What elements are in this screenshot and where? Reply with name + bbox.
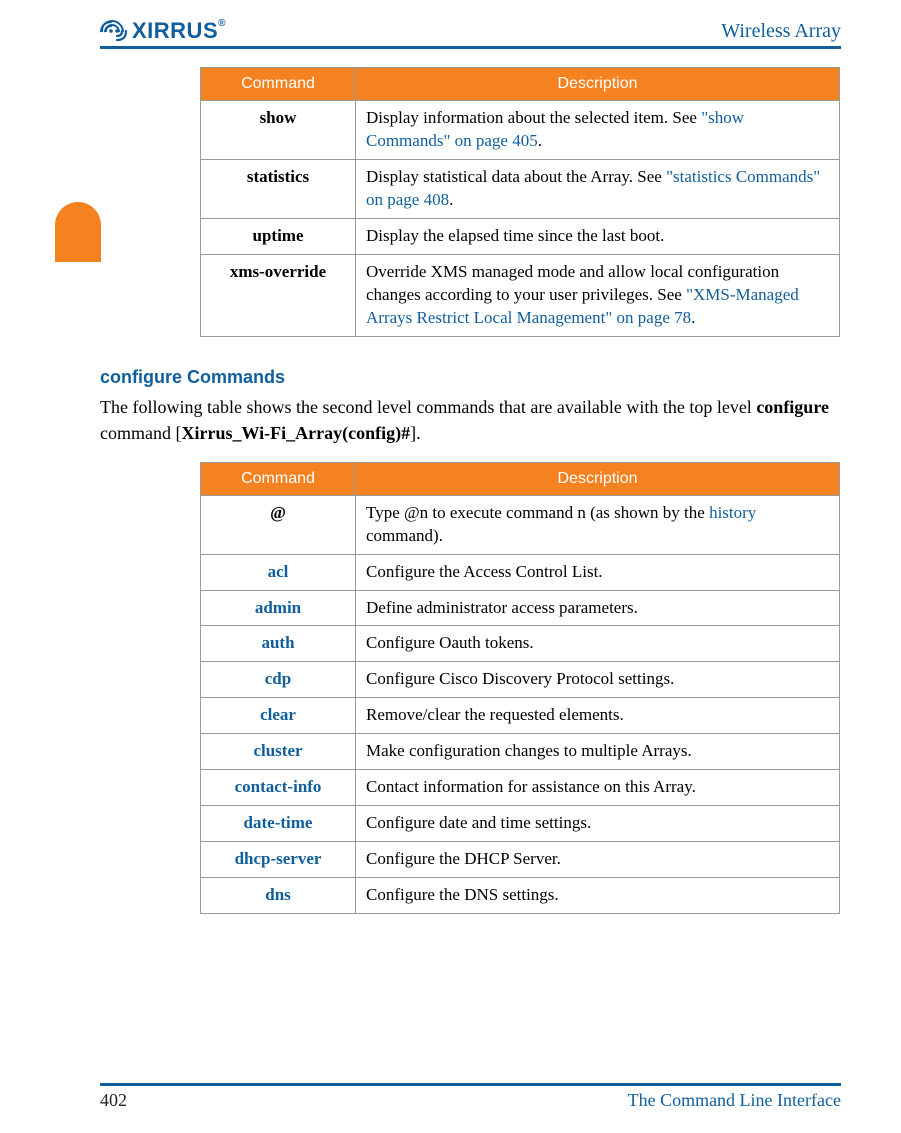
commands-table-2: Command Description @ Type @n to execute… xyxy=(200,462,840,914)
thumb-tab xyxy=(55,202,101,262)
commands-table-1: Command Description show Display informa… xyxy=(200,67,840,337)
cmd-name: auth xyxy=(201,626,356,662)
cmd-name: cdp xyxy=(201,662,356,698)
cmd-desc: Configure date and time settings. xyxy=(356,806,840,842)
page-footer: 402 The Command Line Interface xyxy=(100,1083,841,1111)
table-row: uptime Display the elapsed time since th… xyxy=(201,218,840,254)
col-header-description: Description xyxy=(356,462,840,495)
cmd-name: @ xyxy=(201,495,356,554)
cmd-name: uptime xyxy=(201,218,356,254)
command-link[interactable]: auth xyxy=(261,633,294,652)
cmd-name: clear xyxy=(201,698,356,734)
cmd-desc: Remove/clear the requested elements. xyxy=(356,698,840,734)
cross-reference-link[interactable]: history xyxy=(709,503,756,522)
cmd-desc: Configure the Access Control List. xyxy=(356,554,840,590)
xirrus-wave-icon xyxy=(100,20,128,42)
section-heading: configure Commands xyxy=(100,367,841,388)
cmd-desc: Configure Cisco Discovery Protocol setti… xyxy=(356,662,840,698)
table-row: clear Remove/clear the requested element… xyxy=(201,698,840,734)
cmd-desc: Type @n to execute command n (as shown b… xyxy=(356,495,840,554)
cmd-desc: Configure the DHCP Server. xyxy=(356,842,840,878)
table-row: dns Configure the DNS settings. xyxy=(201,878,840,914)
cmd-name: admin xyxy=(201,590,356,626)
cmd-name: dhcp-server xyxy=(201,842,356,878)
cmd-name: cluster xyxy=(201,734,356,770)
command-link[interactable]: clear xyxy=(260,705,296,724)
cmd-name: acl xyxy=(201,554,356,590)
cmd-desc: Configure Oauth tokens. xyxy=(356,626,840,662)
cmd-desc: Configure the DNS settings. xyxy=(356,878,840,914)
command-link[interactable]: cluster xyxy=(253,741,302,760)
cmd-desc: Override XMS managed mode and allow loca… xyxy=(356,254,840,336)
cmd-desc: Display statistical data about the Array… xyxy=(356,159,840,218)
thumb-tab-mask xyxy=(55,262,101,312)
col-header-command: Command xyxy=(201,462,356,495)
section-paragraph: The following table shows the second lev… xyxy=(100,394,841,446)
table-row: cdp Configure Cisco Discovery Protocol s… xyxy=(201,662,840,698)
cmd-name: show xyxy=(201,101,356,160)
table-row: admin Define administrator access parame… xyxy=(201,590,840,626)
col-header-description: Description xyxy=(356,68,840,101)
page-content: XIRRUS® Wireless Array Command Descripti… xyxy=(0,0,901,914)
cmd-name: date-time xyxy=(201,806,356,842)
table-row: acl Configure the Access Control List. xyxy=(201,554,840,590)
command-link[interactable]: acl xyxy=(268,562,289,581)
table-row: xms-override Override XMS managed mode a… xyxy=(201,254,840,336)
command-link[interactable]: date-time xyxy=(244,813,313,832)
cmd-desc: Define administrator access parameters. xyxy=(356,590,840,626)
page-number: 402 xyxy=(100,1090,127,1111)
cmd-desc: Display the elapsed time since the last … xyxy=(356,218,840,254)
command-link[interactable]: dhcp-server xyxy=(235,849,322,868)
table-row: @ Type @n to execute command n (as shown… xyxy=(201,495,840,554)
cmd-name: dns xyxy=(201,878,356,914)
brand-name: XIRRUS® xyxy=(132,18,226,44)
command-link[interactable]: contact-info xyxy=(235,777,322,796)
cmd-desc: Display information about the selected i… xyxy=(356,101,840,160)
command-link[interactable]: dns xyxy=(265,885,291,904)
footer-section-title: The Command Line Interface xyxy=(628,1090,841,1111)
cmd-name: statistics xyxy=(201,159,356,218)
table-row: dhcp-server Configure the DHCP Server. xyxy=(201,842,840,878)
command-link[interactable]: admin xyxy=(255,598,301,617)
col-header-command: Command xyxy=(201,68,356,101)
table-row: statistics Display statistical data abou… xyxy=(201,159,840,218)
table-row: date-time Configure date and time settin… xyxy=(201,806,840,842)
cmd-desc: Make configuration changes to multiple A… xyxy=(356,734,840,770)
document-title: Wireless Array xyxy=(721,20,841,43)
cmd-desc: Contact information for assistance on th… xyxy=(356,770,840,806)
page-header: XIRRUS® Wireless Array xyxy=(100,18,841,49)
cmd-name: contact-info xyxy=(201,770,356,806)
table-row: auth Configure Oauth tokens. xyxy=(201,626,840,662)
table-row: cluster Make configuration changes to mu… xyxy=(201,734,840,770)
cmd-name: xms-override xyxy=(201,254,356,336)
command-link[interactable]: cdp xyxy=(265,669,291,688)
brand-logo: XIRRUS® xyxy=(100,18,226,44)
table-row: contact-info Contact information for ass… xyxy=(201,770,840,806)
table-row: show Display information about the selec… xyxy=(201,101,840,160)
